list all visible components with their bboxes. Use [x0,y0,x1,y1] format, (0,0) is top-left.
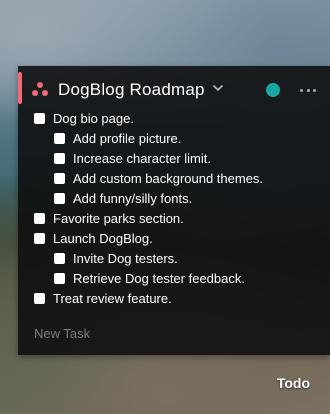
subtask-item[interactable]: Add custom background themes. [34,168,318,188]
task-checkbox[interactable] [34,112,45,124]
accent-bar [18,72,22,104]
task-label: Treat review feature. [53,290,172,306]
task-label: Add custom background themes. [73,170,264,186]
subtask-item[interactable]: Add funny/silly fonts. [34,188,318,208]
task-label: Increase character limit. [73,150,211,166]
app-footer-label[interactable]: Todo [277,375,310,391]
task-item[interactable]: Launch DogBlog. [34,228,318,248]
subtask-item[interactable]: Retrieve Dog tester feedback. [34,268,318,288]
subtask-item[interactable]: Increase character limit. [34,148,318,168]
task-checkbox[interactable] [34,212,45,224]
task-list: Dog bio page. Add profile picture. Incre… [34,108,318,308]
task-label: Invite Dog testers. [73,250,178,266]
task-checkbox[interactable] [54,192,65,204]
subtask-item[interactable]: Add profile picture. [34,128,318,148]
task-checkbox[interactable] [54,252,65,264]
task-checkbox[interactable] [34,232,45,244]
new-task-input[interactable]: New Task [34,326,90,341]
task-item[interactable]: Favorite parks section. [34,208,318,228]
task-checkbox[interactable] [34,292,45,304]
status-dot-icon[interactable] [266,83,280,97]
widget-header: DogBlog Roadmap [32,78,318,102]
task-label: Favorite parks section. [53,210,184,226]
task-checkbox[interactable] [54,132,65,144]
task-label: Retrieve Dog tester feedback. [73,270,245,286]
task-item[interactable]: Treat review feature. [34,288,318,308]
task-label: Launch DogBlog. [53,230,153,246]
todo-widget: DogBlog Roadmap Dog bio page. Add profil… [18,66,330,355]
list-title[interactable]: DogBlog Roadmap [58,80,205,100]
task-item[interactable]: Dog bio page. [34,108,318,128]
chevron-down-icon[interactable] [212,83,223,93]
task-label: Add profile picture. [73,130,182,146]
more-horizontal-icon[interactable] [300,84,316,96]
task-checkbox[interactable] [54,172,65,184]
task-checkbox[interactable] [54,272,65,284]
task-label: Dog bio page. [53,110,134,126]
task-label: Add funny/silly fonts. [73,190,193,206]
task-checkbox[interactable] [54,152,65,164]
subtask-item[interactable]: Invite Dog testers. [34,248,318,268]
app-logo-icon [32,82,48,98]
